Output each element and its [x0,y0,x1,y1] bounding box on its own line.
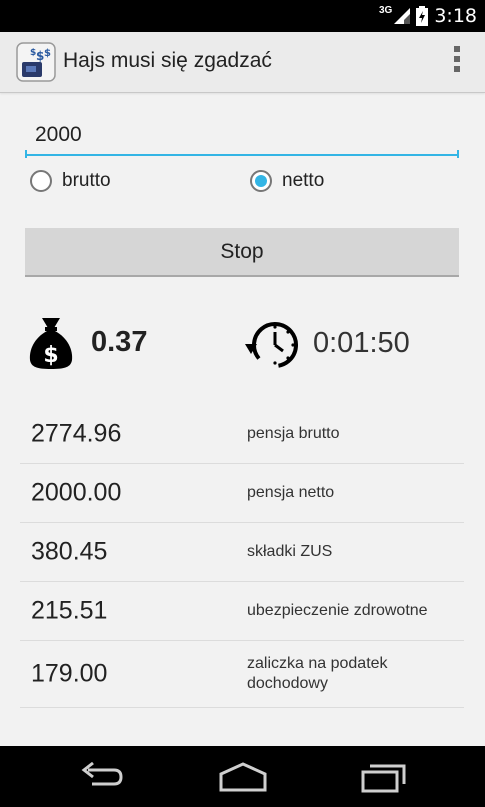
result-row-net: 2000.00 pensja netto [20,464,464,523]
status-indicators: 3G 3:18 [379,0,477,32]
back-icon[interactable] [78,760,124,794]
net-salary-label: pensja netto [247,484,335,501]
health-insurance-label: ubezpieczenie zdrowotne [247,602,428,619]
brutto-radio[interactable]: brutto [30,170,111,192]
home-icon[interactable] [218,760,268,794]
clock: 3:18 [434,5,477,27]
battery-icon [416,6,429,26]
navigation-bar [0,746,485,807]
radio-brutto-circle[interactable] [30,170,52,192]
input-underline-right [457,150,459,158]
action-bar: $ $ $ Hajs musi się zgadzać [0,32,485,93]
signal-icon [394,8,411,24]
app-icon: $ $ $ [16,42,56,82]
zus-label: składki ZUS [247,543,333,560]
overflow-menu-icon[interactable] [451,46,463,76]
result-row-zus: 380.45 składki ZUS [20,523,464,582]
zus-value: 380.45 [31,537,108,566]
health-insurance-value: 215.51 [31,596,108,625]
svg-text:$: $ [30,48,36,58]
results-list: 2774.96 pensja brutto 2000.00 pensja net… [20,405,464,708]
input-underline-left [25,150,27,158]
net-salary-value: 2000.00 [31,478,122,507]
recent-apps-icon[interactable] [360,760,408,794]
result-row-tax: 179.00 zaliczka na podatek dochodowy [20,641,464,708]
netto-radio[interactable]: netto [250,170,324,192]
elapsed-time: 0:01:50 [313,327,410,359]
radio-brutto-label: brutto [62,170,111,191]
radio-netto-label: netto [282,170,325,191]
gross-salary-value: 2774.96 [31,419,122,448]
amount-input[interactable] [25,116,459,156]
radio-netto-circle[interactable] [250,170,272,192]
earned-amount: 0.37 [91,326,148,358]
network-type: 3G [378,4,393,16]
gross-salary-label: pensja brutto [247,425,340,442]
status-bar: 3G 3:18 [0,0,485,32]
svg-text:$: $ [43,343,58,368]
money-bag-icon: $ [29,318,73,369]
timer-icon [245,322,298,368]
tax-advance-value: 179.00 [31,659,108,688]
radio-selected-dot [255,175,267,187]
result-row-gross: 2774.96 pensja brutto [20,405,464,464]
stop-button[interactable]: Stop [25,228,459,277]
svg-text:$: $ [44,48,51,59]
result-row-health: 215.51 ubezpieczenie zdrowotne [20,582,464,641]
app-title: Hajs musi się zgadzać [63,49,272,72]
tax-advance-label: zaliczka na podatek dochodowy [247,655,388,692]
